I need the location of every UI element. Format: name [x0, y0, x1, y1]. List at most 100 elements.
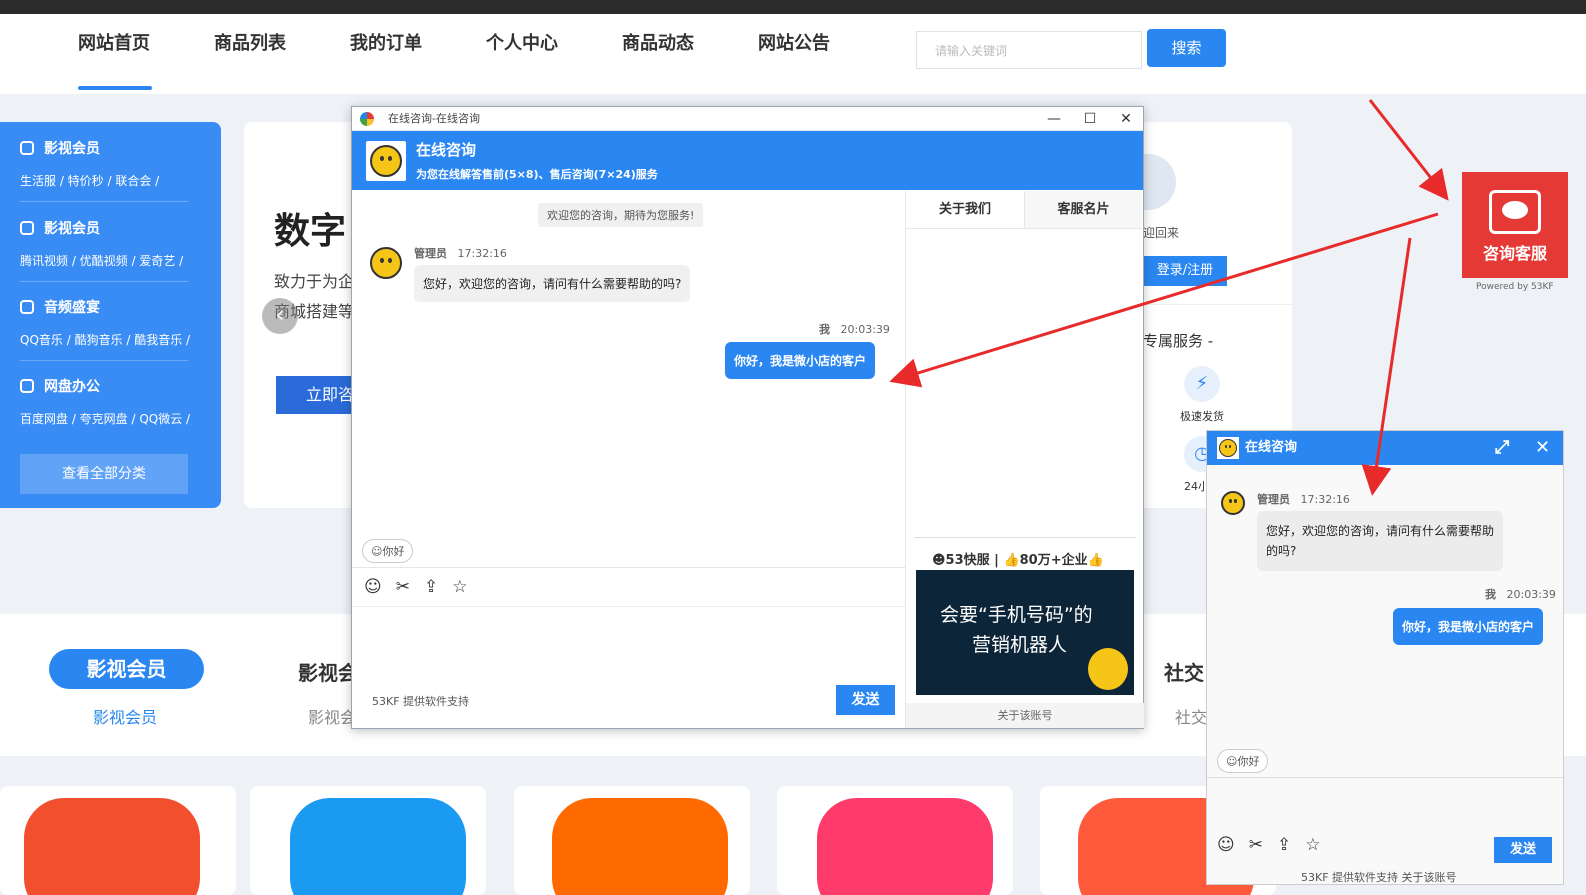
tab-about-us[interactable]: 关于我们 [906, 191, 1024, 229]
mini-chat-title: 在线咨询 [1245, 440, 1298, 455]
category-title: 音频盛宴 [44, 300, 100, 316]
emoji-icon[interactable]: ☺ [1217, 835, 1235, 855]
maximize-icon[interactable]: ☐ [1072, 107, 1108, 131]
close-icon[interactable]: ✕ [1535, 431, 1550, 465]
star-icon[interactable]: ☆ [1305, 835, 1320, 855]
tab-subtitle: 社交 [1175, 708, 1208, 727]
mini-chat-window: 在线咨询 ⤢ ✕ 管理员 17:32:16 您好，欢迎您的咨询，请问有什么需要帮… [1206, 430, 1564, 885]
category-group[interactable]: 音频盛宴 QQ音乐 / 酷狗音乐 / 酷我音乐 / [20, 297, 190, 361]
welcome-text: 迎回来 [1143, 226, 1180, 240]
banner-title: 数字 [274, 211, 347, 252]
chat-title: 在线咨询 [416, 141, 477, 159]
agent-avatar [1217, 437, 1239, 459]
agent-message-line: 您好，欢迎您的咨询，请问有什么需要帮助 [1266, 524, 1495, 538]
tab-video-member-active[interactable]: 影视会员 [49, 649, 204, 689]
category-group[interactable]: 网盘办公 百度网盘 / 夸克网盘 / QQ微云 / [20, 376, 190, 439]
quick-reply-chip[interactable]: ☺你好 [1217, 749, 1269, 773]
ad-banner[interactable]: 会要“手机号码”的 营销机器人 [916, 570, 1134, 695]
scissors-icon[interactable]: ✂ [1249, 835, 1263, 855]
category-links[interactable]: 百度网盘 / 夸克网盘 / QQ微云 / [20, 410, 190, 427]
shopping-bag-icon [552, 798, 728, 895]
avatar [1140, 154, 1176, 210]
tab-video-member[interactable]: 影视会 [298, 657, 358, 686]
divider [1140, 304, 1292, 305]
mini-chat-toolbar: ☺ ✂ ⇪ ☆ [1217, 835, 1320, 855]
login-register-button[interactable]: 登录/注册 [1143, 256, 1227, 286]
send-button[interactable]: 发送 [836, 685, 895, 715]
product-card[interactable] [250, 786, 486, 895]
agent-meta: 管理员 17:32:16 [414, 245, 507, 261]
gift-icon [290, 798, 466, 895]
support-text: 53KF 提供软件支持 [372, 695, 470, 708]
restaurant-icon [24, 798, 200, 895]
mini-chat-header: 在线咨询 ⤢ ✕ [1207, 431, 1563, 465]
chat-toolbar: ☺ ✂ ⇪ ☆ [352, 567, 905, 607]
agent-avatar-icon [370, 247, 402, 279]
banner-prev-icon[interactable]: ‹ [262, 298, 298, 334]
nav-profile[interactable]: 个人中心 [454, 14, 590, 94]
chat-subtitle: 为您在线解答售前(5×8)、售后咨询(7×24)服务 [416, 168, 658, 181]
category-links[interactable]: QQ音乐 / 酷狗音乐 / 酷我音乐 / [20, 331, 190, 348]
expand-icon[interactable]: ⤢ [1495, 431, 1509, 465]
product-card[interactable] [514, 786, 750, 895]
my-name: 我 [1485, 588, 1496, 601]
category-title: 网盘办公 [44, 379, 100, 395]
category-links[interactable]: 腾讯视频 / 优酷视频 / 爱奇艺 / [20, 252, 188, 269]
product-card[interactable] [777, 786, 1013, 895]
banner-subtitle: 致力于为企 [274, 272, 355, 291]
about-account-link[interactable]: 关于该账号 [906, 703, 1144, 728]
divider [1207, 777, 1563, 778]
star-icon[interactable]: ☆ [452, 577, 467, 597]
smiley-icon [1219, 439, 1237, 457]
upload-file-icon[interactable]: ⇪ [1277, 835, 1291, 855]
agent-message: 您好，欢迎您的咨询，请问有什么需要帮助 的吗? [1257, 511, 1504, 571]
my-message: 你好，我是微小店的客户 [725, 342, 876, 379]
search-button[interactable]: 搜索 [1147, 29, 1226, 67]
service-label: 极速发货 [1180, 410, 1224, 423]
agent-name: 管理员 [414, 247, 447, 260]
my-time: 20:03:39 [1506, 588, 1556, 601]
category-links[interactable]: 生活服 / 特价秒 / 联合会 / [20, 172, 188, 189]
view-all-categories-button[interactable]: 查看全部分类 [20, 454, 188, 494]
tab-agent-card[interactable]: 客服名片 [1024, 191, 1142, 229]
agent-avatar-icon [1221, 491, 1245, 515]
chat-window: 在线咨询-在线咨询 — ☐ ✕ 在线咨询 为您在线解答售前(5×8)、售后咨询(… [351, 106, 1144, 729]
close-icon[interactable]: ✕ [1108, 107, 1144, 131]
upload-file-icon[interactable]: ⇪ [424, 577, 438, 597]
robot-icon [1088, 648, 1128, 690]
message-input[interactable] [352, 607, 905, 727]
category-title: 影视会员 [44, 141, 100, 157]
product-card[interactable] [0, 786, 236, 895]
category-icon [20, 141, 34, 155]
category-icon [20, 300, 34, 314]
consult-service-widget[interactable]: 咨询客服 [1462, 172, 1568, 278]
nav-news[interactable]: 商品动态 [590, 14, 726, 94]
nav-notice[interactable]: 网站公告 [726, 14, 862, 94]
agent-name: 管理员 [1257, 493, 1290, 506]
chat-bubble-icon [1489, 190, 1541, 234]
emoji-icon[interactable]: ☺ [364, 577, 382, 597]
my-meta: 我 20:03:39 [1485, 586, 1556, 602]
nav-products[interactable]: 商品列表 [182, 14, 318, 94]
tab-social[interactable]: 社交 [1164, 657, 1204, 686]
my-name: 我 [819, 323, 830, 336]
scissors-icon[interactable]: ✂ [396, 577, 410, 597]
nav-orders[interactable]: 我的订单 [318, 14, 454, 94]
quick-reply-chip[interactable]: ☺你好 [362, 539, 414, 563]
category-group[interactable]: 影视会员 生活服 / 特价秒 / 联合会 / [20, 138, 188, 202]
nav-home[interactable]: 网站首页 [46, 14, 182, 94]
agent-message: 您好，欢迎您的咨询，请问有什么需要帮助的吗? [414, 265, 691, 302]
agent-time: 17:32:16 [1300, 493, 1350, 506]
brand-line: ☻53快服 | 👍80万+企业👍 [932, 553, 1104, 568]
my-message: 你好，我是微小店的客户 [1393, 608, 1544, 645]
agent-meta: 管理员 17:32:16 [1257, 491, 1350, 507]
search-input[interactable]: 请输入关键词 [916, 31, 1142, 69]
category-group[interactable]: 影视会员 腾讯视频 / 优酷视频 / 爱奇艺 / [20, 218, 188, 282]
lightning-icon: ⚡ [1184, 366, 1220, 402]
service-fast-delivery[interactable]: ⚡ 极速发货 [1174, 366, 1230, 424]
send-button[interactable]: 发送 [1494, 837, 1552, 863]
chat-window-titlebar: 在线咨询-在线咨询 — ☐ ✕ [352, 107, 1143, 131]
agent-message-line: 的吗? [1266, 544, 1297, 558]
minimize-icon[interactable]: — [1036, 107, 1072, 131]
tab-subtitle: 影视会员 [93, 708, 158, 727]
